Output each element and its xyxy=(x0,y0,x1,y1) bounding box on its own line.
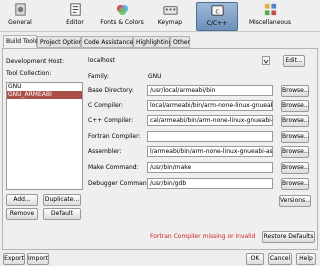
category-cpp[interactable]: C C/C++ xyxy=(196,2,238,31)
list-item[interactable]: GNU xyxy=(7,83,82,91)
browse-fortran-compiler-button[interactable]: Browse... xyxy=(281,131,310,143)
browse-debugger-button[interactable]: Browse... xyxy=(281,178,310,190)
edit-host-button[interactable]: Edit... xyxy=(283,55,305,67)
remove-button[interactable]: Remove xyxy=(6,208,38,220)
category-general[interactable]: General xyxy=(2,2,38,31)
cpp-compiler-field[interactable]: cal/armeabi/bin/arm-none-linux-gnueabi-g… xyxy=(147,115,273,126)
family-value: GNU xyxy=(148,73,162,80)
help-button[interactable]: Help xyxy=(296,253,316,265)
tool-collection-list[interactable]: GNU GNU_ARMEABI xyxy=(6,82,83,190)
svg-text:C: C xyxy=(215,9,219,15)
c-compiler-label: C Compiler: xyxy=(88,102,124,109)
category-label: Fonts & Colors xyxy=(100,19,144,26)
cpp-compiler-label: C++ Compiler: xyxy=(88,117,134,124)
add-button[interactable]: Add... xyxy=(6,194,38,206)
tab-build-tools[interactable]: Build Tools xyxy=(3,35,38,48)
cpp-icon: C xyxy=(210,5,224,16)
c-compiler-field[interactable]: local/armeabi/bin/arm-none-linux-gnueabi… xyxy=(147,100,273,111)
category-label: Miscellaneous xyxy=(248,19,292,26)
host-dropdown[interactable] xyxy=(262,56,270,65)
ok-button[interactable]: OK xyxy=(246,253,264,265)
cancel-button[interactable]: Cancel xyxy=(268,253,292,265)
assembler-field[interactable]: l/armeabi/bin/arm-none-linux-gnueabi-as xyxy=(147,146,273,157)
fortran-compiler-field[interactable] xyxy=(147,131,273,142)
browse-make-button[interactable]: Browse... xyxy=(281,162,310,174)
category-label: General xyxy=(8,19,32,26)
editor-icon xyxy=(69,3,81,16)
fonts-colors-icon xyxy=(116,4,128,16)
browse-cpp-compiler-button[interactable]: Browse... xyxy=(281,115,310,127)
dev-host-label: Development Host: xyxy=(6,58,64,65)
misc-icon xyxy=(264,3,276,16)
base-dir-label: Base Directory: xyxy=(88,87,134,94)
category-label: Editor xyxy=(66,19,84,26)
host-value: localhost xyxy=(88,57,115,64)
assembler-label: Assembler: xyxy=(88,148,122,155)
category-label: C/C++ xyxy=(206,20,228,27)
tab-other[interactable]: Other xyxy=(170,36,190,48)
debugger-command-label: Debugger Command: xyxy=(88,180,153,187)
category-miscellaneous[interactable]: Miscellaneous xyxy=(244,2,296,31)
export-button[interactable]: Export xyxy=(3,253,25,265)
error-message: Fortran Compiler missing or invalid xyxy=(150,233,256,240)
make-command-field[interactable]: /usr/bin/make xyxy=(147,162,273,173)
chevron-down-icon xyxy=(263,59,269,64)
tool-collection-label: Tool Collection: xyxy=(6,70,52,77)
default-button[interactable]: Default xyxy=(43,208,81,220)
versions-button[interactable]: Versions... xyxy=(279,195,311,207)
tab-project-options[interactable]: Project Options xyxy=(37,36,86,48)
family-label: Family: xyxy=(88,73,109,80)
tab-code-assistance[interactable]: Code Assistance xyxy=(81,36,133,48)
list-item-selected[interactable]: GNU_ARMEABI xyxy=(7,91,82,99)
browse-assembler-button[interactable]: Browse... xyxy=(281,146,310,158)
category-keymap[interactable]: Keymap xyxy=(152,2,188,31)
category-fonts-colors[interactable]: Fonts & Colors xyxy=(98,2,146,31)
duplicate-button[interactable]: Duplicate... xyxy=(43,194,81,206)
tab-highlighting[interactable]: Highlighting xyxy=(133,36,172,48)
make-command-label: Make Command: xyxy=(88,164,139,171)
import-button[interactable]: Import xyxy=(27,253,49,265)
keymap-icon xyxy=(162,6,178,15)
general-icon xyxy=(14,3,26,16)
debugger-command-field[interactable]: /usr/bin/gdb xyxy=(147,178,273,189)
category-editor[interactable]: Editor xyxy=(57,2,93,31)
browse-base-dir-button[interactable]: Browse... xyxy=(281,85,310,97)
browse-c-compiler-button[interactable]: Browse... xyxy=(281,100,310,112)
category-label: Keymap xyxy=(157,19,183,26)
fortran-compiler-label: Fortran Compiler: xyxy=(88,133,141,140)
restore-defaults-button[interactable]: Restore Defaults xyxy=(262,231,315,243)
category-toolbar: General Editor Fonts & Colors Keymap C C… xyxy=(0,0,320,32)
base-dir-field[interactable]: /usr/local/armeabi/bin xyxy=(147,85,273,96)
